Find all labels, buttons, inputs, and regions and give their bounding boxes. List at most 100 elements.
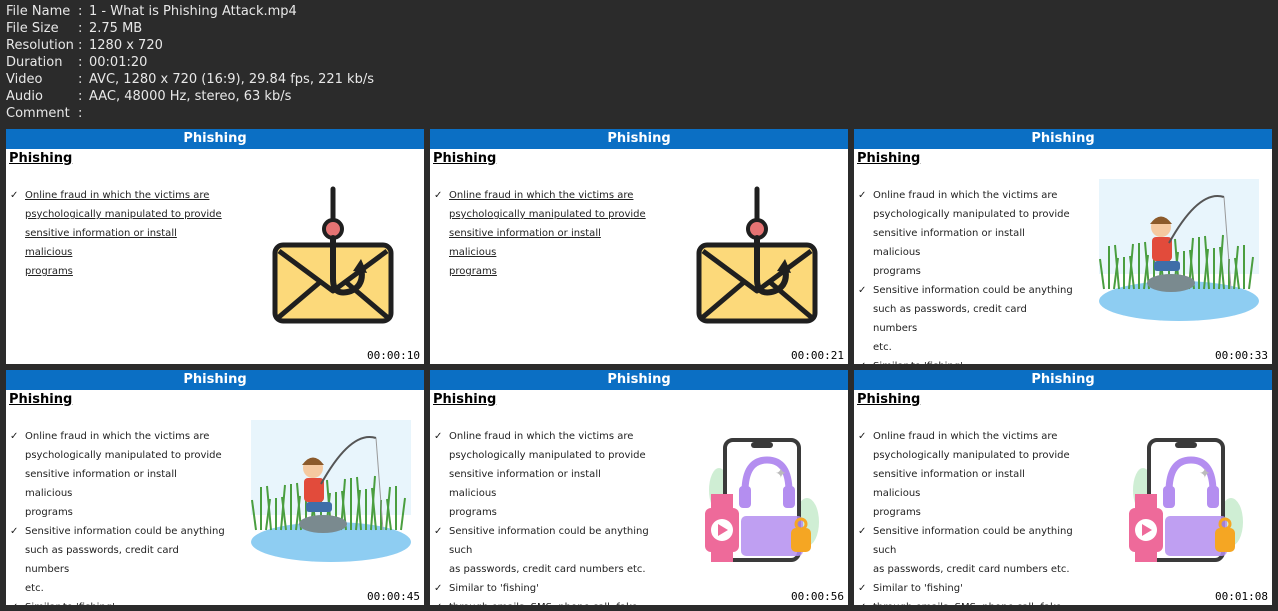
bullet-text: sensitive information or install malicio…	[25, 228, 177, 258]
bullet-line: programs	[10, 262, 225, 281]
bullet-text: Online fraud in which the victims are	[25, 190, 210, 201]
bullet-list: ✓ Online fraud in which the victims are ps…	[434, 427, 649, 605]
video-thumbnail[interactable]: Phishing Phishing ✓ Online fraud in which t…	[430, 129, 848, 364]
checkmark-icon: ✓	[434, 190, 443, 201]
bullet-line: ✓ through emails, SMS, phone call, fake	[858, 598, 1073, 605]
bullet-text: Similar to 'fishing'	[873, 361, 963, 364]
checkmark-icon: ✓	[434, 431, 443, 442]
bullet-line: sensitive information or install malicio…	[858, 465, 1073, 503]
file-info-separator: :	[78, 55, 83, 70]
checkmark-icon: ✓	[10, 598, 18, 605]
bullet-line: psychologically manipulated to provide	[10, 446, 225, 465]
file-info-key: Duration	[6, 55, 63, 70]
bullet-text: psychologically manipulated to provide	[873, 450, 1070, 461]
checkmark-icon: ✓	[858, 431, 867, 442]
slide-heading: Phishing	[857, 392, 921, 407]
bullet-text: Sensitive information could be anything	[873, 285, 1073, 296]
bullet-text: sensitive information or install malicio…	[449, 469, 601, 499]
slide-title-band: Phishing	[854, 370, 1272, 390]
file-info-key: File Name	[6, 4, 71, 19]
bullet-line: ✓ Online fraud in which the victims are	[434, 427, 649, 446]
video-thumbnail[interactable]: Phishing Phishing ✓ Online fraud in which t…	[6, 129, 424, 364]
file-info-separator: :	[78, 4, 83, 19]
bullet-line: sensitive information or install malicio…	[10, 224, 225, 262]
file-info-separator: :	[78, 38, 83, 53]
file-info-row: Resolution:1280 x 720	[6, 37, 374, 54]
bullet-text: Online fraud in which the victims are	[873, 431, 1058, 442]
slide-title-band: Phishing	[430, 129, 848, 149]
video-thumbnail[interactable]: Phishing Phishing ✓ Online fraud in which t…	[430, 370, 848, 605]
file-info-row: File Size:2.75 MB	[6, 20, 374, 37]
bullet-text: programs	[25, 266, 73, 277]
file-info-separator: :	[78, 21, 83, 36]
file-info-separator: :	[78, 89, 83, 104]
bullet-text: sensitive information or install malicio…	[873, 228, 1025, 258]
checkmark-icon: ✓	[858, 583, 867, 594]
bullet-text: programs	[449, 266, 497, 277]
bullet-line: psychologically manipulated to provide	[858, 446, 1073, 465]
envelope-hook-icon	[251, 179, 411, 329]
file-info-value: 2.75 MB	[89, 21, 143, 36]
file-info-key: File Size	[6, 21, 59, 36]
bullet-text: such as passwords, credit card numbers	[873, 304, 1027, 334]
bullet-text: psychologically manipulated to provide	[25, 209, 222, 220]
slide-heading: Phishing	[433, 151, 497, 166]
bullet-line: ✓ Sensitive information could be anything	[10, 522, 225, 541]
bullet-line: ✓ Online fraud in which the victims are	[858, 427, 1073, 446]
bullet-text: Similar to 'fishing'	[449, 583, 539, 594]
bullet-text: sensitive information or install malicio…	[873, 469, 1025, 499]
bullet-line: as passwords, credit card numbers etc.	[434, 560, 649, 579]
bullet-text: Sensitive information could be anything	[25, 526, 225, 537]
bullet-text: psychologically manipulated to provide	[25, 450, 222, 461]
bullet-text: psychologically manipulated to provide	[449, 209, 646, 220]
bullet-list: ✓ Online fraud in which the victims are ps…	[434, 186, 649, 281]
bullet-text: Online fraud in which the victims are	[873, 190, 1058, 201]
fishing-boy-illustration	[1099, 179, 1259, 329]
bullet-text: programs	[25, 507, 73, 518]
slide-heading: Phishing	[9, 151, 73, 166]
video-thumbnail[interactable]: Phishing Phishing ✓ Online fraud in which t…	[854, 129, 1272, 364]
file-info-value: 1280 x 720	[89, 38, 163, 53]
checkmark-icon: ✓	[858, 357, 866, 364]
bullet-line: ✓ Similar to 'fishing'	[858, 579, 1073, 598]
bullet-list: ✓ Online fraud in which the victims are ps…	[858, 427, 1073, 605]
file-info-value: 1 - What is Phishing Attack.mp4	[89, 4, 297, 19]
file-info-value: AVC, 1280 x 720 (16:9), 29.84 fps, 221 k…	[89, 72, 374, 87]
video-thumbnail[interactable]: Phishing Phishing ✓ Online fraud in which t…	[6, 370, 424, 605]
bullet-line: programs	[434, 503, 649, 522]
bullet-line: such as passwords, credit card numbers	[10, 541, 225, 579]
bullet-list: ✓ Online fraud in which the victims are ps…	[10, 186, 225, 281]
bullet-line: ✓ Online fraud in which the victims are	[858, 186, 1073, 205]
slide-heading: Phishing	[433, 392, 497, 407]
bullet-list: ✓ Online fraud in which the victims are ps…	[858, 186, 1073, 364]
bullet-line: psychologically manipulated to provide	[434, 205, 649, 224]
slide-title-band: Phishing	[6, 370, 424, 390]
thumbnail-grid: Phishing Phishing ✓ Online fraud in which t…	[6, 129, 1272, 605]
bullet-text: Online fraud in which the victims are	[449, 190, 634, 201]
bullet-line: ✓ Sensitive information could be anything	[858, 281, 1073, 300]
bullet-line: ✓ Online fraud in which the victims are	[10, 186, 225, 205]
bullet-text: sensitive information or install malicio…	[449, 228, 601, 258]
video-thumbnail[interactable]: Phishing Phishing ✓ Online fraud in which t…	[854, 370, 1272, 605]
bullet-line: psychologically manipulated to provide	[10, 205, 225, 224]
bullet-text: Sensitive information could be anything …	[873, 526, 1073, 556]
bullet-line: etc.	[858, 338, 1073, 357]
envelope-hook-icon	[675, 179, 835, 329]
file-info-row: Audio: AAC, 48000 Hz, stereo, 63 kb/s	[6, 88, 374, 105]
file-info-key: Video	[6, 72, 43, 87]
bullet-text: Online fraud in which the victims are	[449, 431, 634, 442]
bullet-line: ✓ Sensitive information could be anything…	[434, 522, 649, 560]
checkmark-icon: ✓	[434, 526, 443, 537]
checkmark-icon: ✓	[858, 190, 867, 201]
bullet-line: ✓ Similar to 'fishing'	[10, 598, 225, 605]
checkmark-icon: ✓	[858, 526, 867, 537]
slide-title-band: Phishing	[854, 129, 1272, 149]
bullet-line: ✓ Sensitive information could be anything…	[858, 522, 1073, 560]
bullet-text: programs	[873, 507, 921, 518]
checkmark-icon: ✓	[10, 431, 19, 442]
bullet-list: ✓ Online fraud in which the victims are ps…	[10, 427, 225, 605]
file-info-row: Comment:	[6, 105, 374, 122]
bullet-text: Sensitive information could be anything …	[449, 526, 649, 556]
file-info-row: Video: AVC, 1280 x 720 (16:9), 29.84 fps,…	[6, 71, 374, 88]
checkmark-icon: ✓	[858, 598, 866, 605]
